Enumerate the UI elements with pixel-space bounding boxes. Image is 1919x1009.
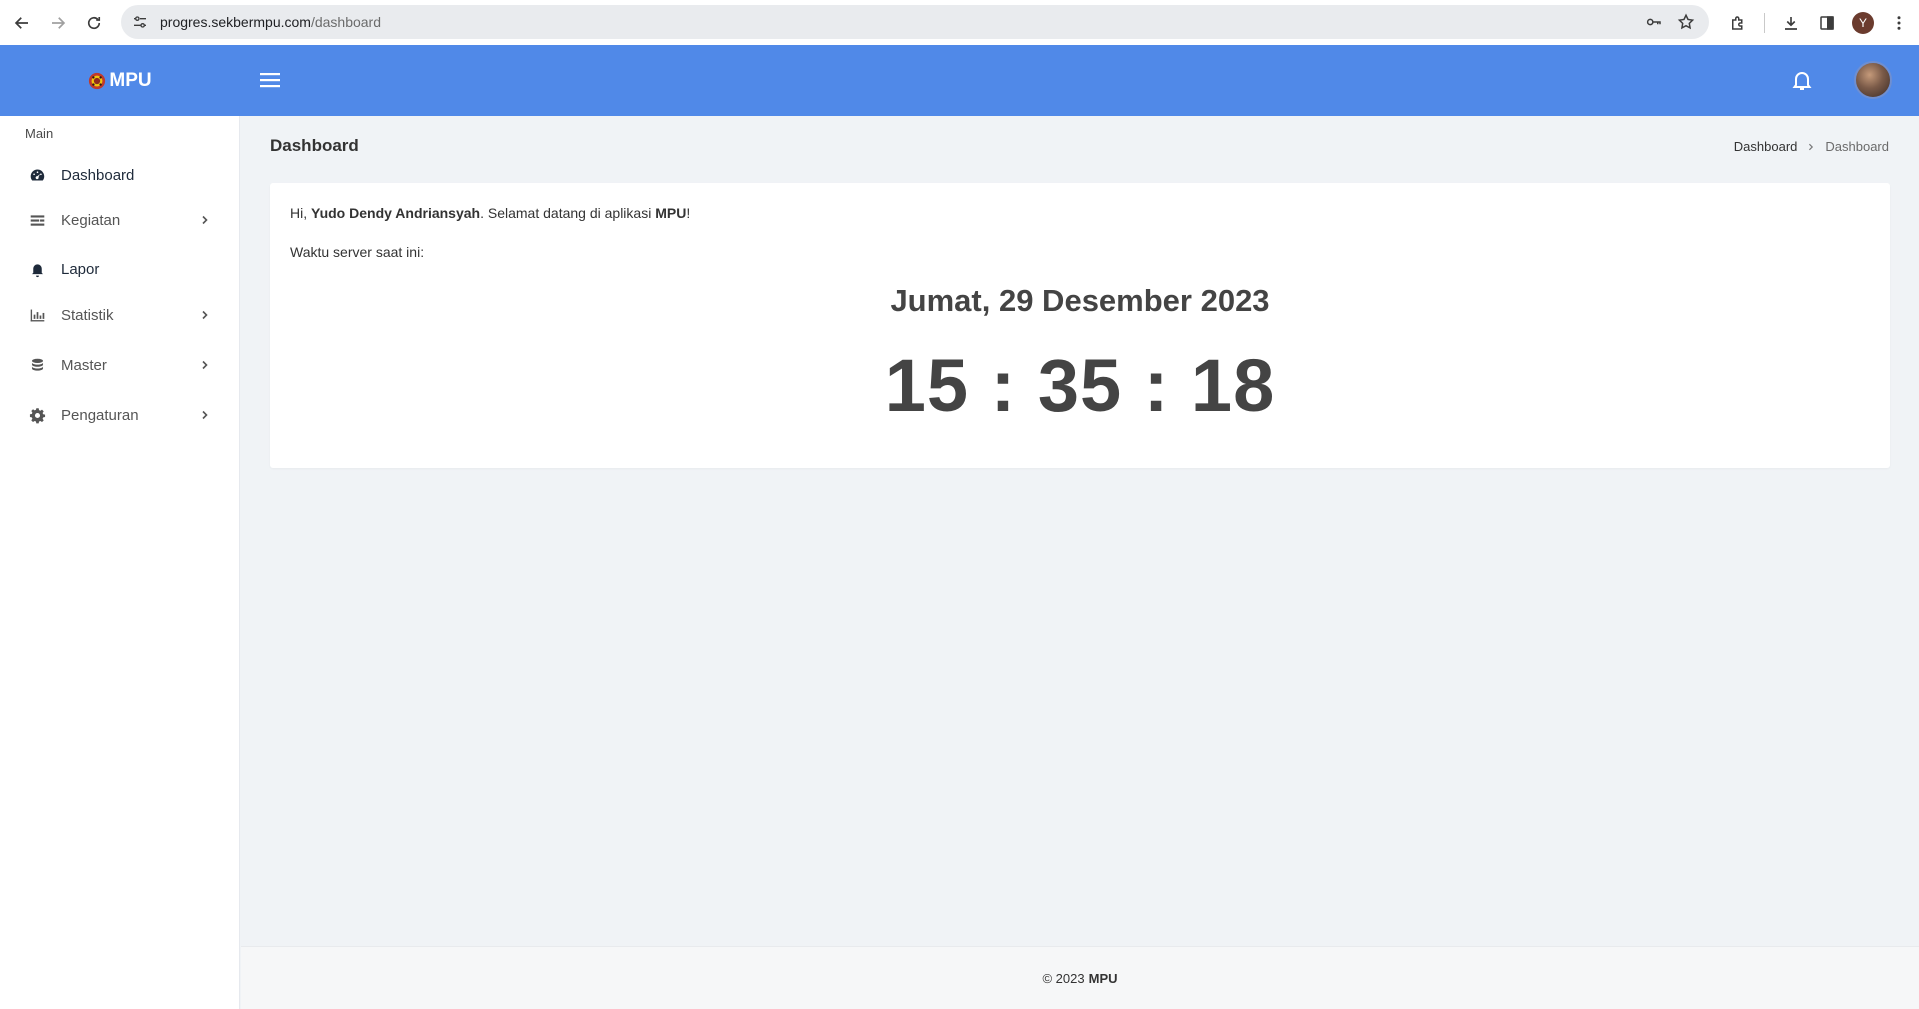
- brand-logo[interactable]: MPU: [0, 45, 240, 116]
- sidebar-item-kegiatan[interactable]: Kegiatan: [0, 200, 240, 240]
- sidebar-item-master[interactable]: Master: [0, 345, 240, 385]
- breadcrumb: Dashboard Dashboard: [1734, 139, 1889, 154]
- app-header: MPU: [0, 45, 1919, 116]
- server-time-label: Waktu server saat ini:: [290, 244, 425, 260]
- arrow-left-icon: [14, 16, 28, 29]
- bell-icon: [31, 263, 44, 277]
- reload-button[interactable]: [76, 5, 112, 41]
- side-panel-button[interactable]: [1809, 5, 1845, 41]
- breadcrumb-current: Dashboard: [1825, 139, 1889, 154]
- bar-chart-icon: [30, 309, 45, 321]
- sidebar-section-label: Main: [25, 126, 54, 141]
- sidebar-item-label: Lapor: [61, 260, 100, 278]
- sidebar-item-label: Master: [61, 356, 107, 374]
- footer-copyright: © 2023: [1042, 970, 1085, 986]
- key-icon[interactable]: [1645, 13, 1663, 31]
- greeting-text: Hi, Yudo Dendy Andriansyah. Selamat data…: [290, 205, 690, 221]
- chevron-right-icon: [202, 310, 208, 320]
- chevron-right-icon: [202, 360, 208, 370]
- sidebar-item-lapor[interactable]: Lapor: [0, 249, 240, 289]
- chevron-right-icon: [202, 410, 208, 420]
- brand-name: MPU: [109, 69, 152, 91]
- chevron-right-icon: [202, 215, 208, 225]
- breadcrumb-link[interactable]: Dashboard: [1734, 139, 1798, 154]
- chevron-right-icon: [1809, 143, 1814, 150]
- page-title: Dashboard: [270, 136, 359, 155]
- user-name: Yudo Dendy Andriansyah: [311, 205, 481, 221]
- sidebar-item-label: Dashboard: [61, 166, 135, 184]
- address-bar[interactable]: progres.sekbermpu.com/dashboard: [121, 5, 1709, 39]
- bell-icon[interactable]: [1790, 68, 1814, 92]
- back-button[interactable]: [4, 5, 40, 41]
- greeting-suffix: !: [686, 205, 691, 221]
- dashboard-icon: [30, 169, 45, 181]
- puzzle-icon: [1732, 15, 1743, 30]
- url-host: progres.sekbermpu.com: [160, 14, 311, 30]
- greeting-middle: . Selamat datang di aplikasi: [480, 205, 652, 221]
- browser-toolbar: progres.sekbermpu.com/dashboard Y: [0, 0, 1919, 45]
- profile-button[interactable]: Y: [1845, 5, 1881, 41]
- hamburger-icon[interactable]: [258, 69, 282, 91]
- reload-icon: [87, 16, 101, 29]
- sidebar-item-pengaturan[interactable]: Pengaturan: [0, 395, 240, 435]
- menu-button[interactable]: [1881, 5, 1917, 41]
- sidebar: Main Dashboard Kegiatan Lapor Statistik …: [0, 116, 240, 1009]
- list-icon: [30, 214, 45, 226]
- profile-avatar: Y: [1852, 11, 1874, 34]
- sidebar-item-label: Pengaturan: [61, 406, 139, 424]
- side-panel-icon: [1820, 15, 1834, 30]
- download-icon: [1785, 16, 1797, 30]
- url-text: progres.sekbermpu.com/dashboard: [160, 14, 381, 30]
- avatar[interactable]: [1854, 61, 1892, 99]
- server-clock: 15 : 35 : 18: [884, 344, 1276, 427]
- sidebar-item-statistik[interactable]: Statistik: [0, 295, 240, 335]
- app-name: MPU: [655, 205, 687, 221]
- url-path: /dashboard: [310, 14, 382, 30]
- site-settings-icon[interactable]: [132, 14, 148, 30]
- star-icon[interactable]: [1677, 13, 1695, 31]
- kebab-menu-icon: [1897, 15, 1901, 30]
- sidebar-item-label: Kegiatan: [61, 211, 121, 229]
- arrow-right-icon: [52, 16, 66, 29]
- footer: © 2023 MPU: [241, 946, 1919, 1009]
- toolbar-divider: [1764, 12, 1765, 33]
- footer-brand: MPU: [1088, 970, 1118, 986]
- forward-button[interactable]: [40, 5, 76, 41]
- downloads-button[interactable]: [1773, 5, 1809, 41]
- extensions-button[interactable]: [1720, 5, 1756, 41]
- gear-icon: [29, 407, 46, 423]
- server-date: Jumat, 29 Desember 2023: [890, 283, 1270, 318]
- database-icon: [31, 358, 44, 371]
- sidebar-item-label: Statistik: [61, 306, 114, 324]
- greeting-prefix: Hi,: [290, 205, 308, 221]
- sidebar-item-dashboard[interactable]: Dashboard: [0, 155, 240, 195]
- welcome-card: Hi, Yudo Dendy Andriansyah. Selamat data…: [270, 183, 1890, 468]
- logo-icon: [89, 72, 106, 89]
